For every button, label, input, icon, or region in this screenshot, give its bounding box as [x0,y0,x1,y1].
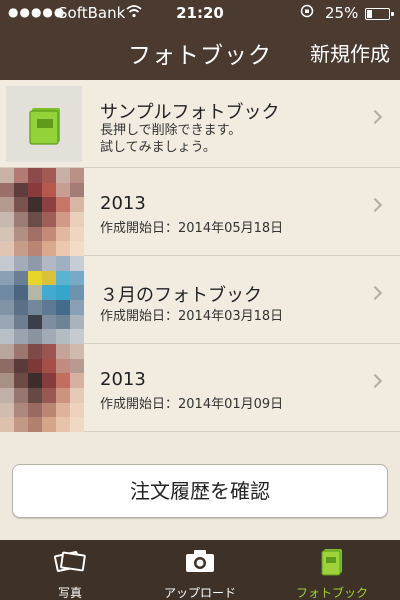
photos-icon [53,551,86,572]
top-bar: ●●●●● SoftBank 21:20 25% フォトブック 新規作成 [0,0,400,80]
list-item[interactable]: 2013 作成開始日：2014年05月18日 [0,168,400,256]
pixelated-photo [0,168,84,256]
chevron-right-icon [367,197,383,213]
book-title: サンプルフォトブック [100,102,280,123]
book-start-date: 作成開始日：2014年01月09日 [100,397,284,412]
book-title: 2013 [100,193,146,214]
green-book-icon [29,108,60,145]
book-title: 2013 [100,369,146,390]
order-history-button[interactable]: 注文履歴を確認 [12,464,388,518]
list-item[interactable]: 2013 作成開始日：2014年01月09日 [0,344,400,432]
tab-photobook[interactable]: フォトブック [282,540,382,600]
book-start-date: 作成開始日：2014年05月18日 [100,221,284,236]
battery-percent: 25% [325,4,359,22]
tab-label: アップロード [163,586,236,600]
photobook-icon [321,549,342,576]
chevron-right-icon [367,109,383,125]
pixelated-photo [0,344,84,432]
camera-icon [186,550,214,572]
pixelated-photo [0,256,84,344]
tab-label: 写真 [57,586,82,600]
chevron-right-icon [367,373,383,389]
book-description: 長押しで削除できます。 試してみましょう。 [100,122,241,156]
tab-upload[interactable]: アップロード [150,540,250,600]
tab-label: フォトブック [295,586,368,600]
list-item[interactable]: ３月のフォトブック 作成開始日：2014年03月18日 [0,256,400,344]
chevron-right-icon [367,285,383,301]
tab-bar: 写真 アップロード フォトブック [0,540,400,600]
tab-photos[interactable]: 写真 [20,540,120,600]
book-thumbnail [0,168,84,256]
new-photobook-button[interactable]: 新規作成 [310,38,390,67]
photobook-list: サンプルフォトブック 長押しで削除できます。 試してみましょう。 2013 作成… [0,80,400,432]
book-thumbnail [0,256,84,344]
status-bar: ●●●●● SoftBank 21:20 25% [0,0,400,28]
list-item-sample[interactable]: サンプルフォトブック 長押しで削除できます。 試してみましょう。 [0,80,400,168]
book-description-line: 試してみましょう。 [100,140,216,155]
rotation-lock-icon [300,4,314,22]
book-start-date: 作成開始日：2014年03月18日 [100,309,284,324]
book-thumbnail [0,344,84,432]
book-description-line: 長押しで削除できます。 [100,123,242,138]
battery-icon [365,8,394,20]
book-title: ３月のフォトブック [100,285,262,306]
sample-thumbnail [6,86,82,162]
